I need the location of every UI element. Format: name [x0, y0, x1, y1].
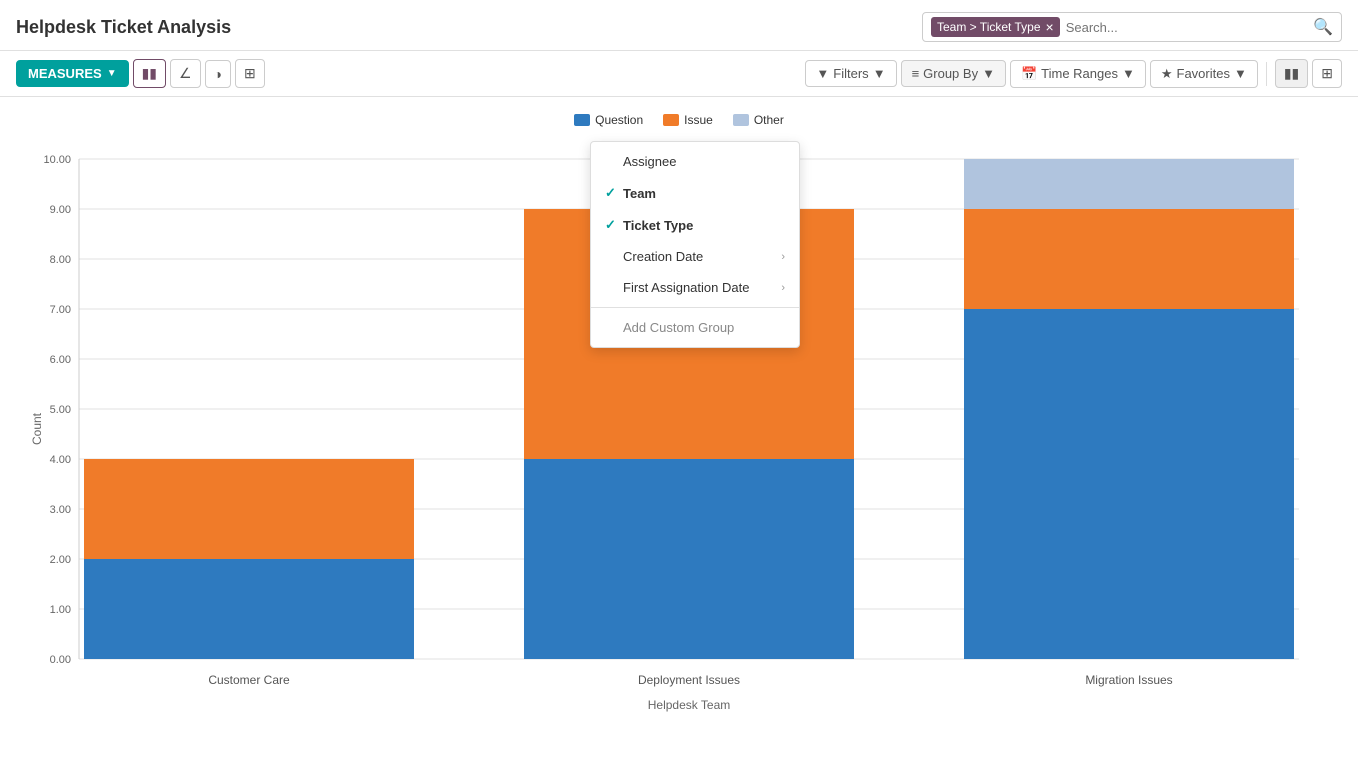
menu-label-tickettype: Ticket Type [623, 218, 693, 233]
x-label-deployment: Deployment Issues [638, 673, 740, 687]
groupby-dropdown: Assignee ✓ Team ✓ Ticket Type Creation D… [590, 141, 800, 348]
svg-text:5.00: 5.00 [50, 404, 71, 416]
svg-text:8.00: 8.00 [50, 254, 71, 266]
menu-item-creationdate[interactable]: Creation Date › [591, 241, 799, 272]
timeranges-caret: ▼ [1122, 66, 1135, 81]
filters-button[interactable]: ▼ Filters ▼ [805, 60, 896, 87]
chart-legend: Question Issue Other [16, 113, 1342, 127]
groupby-caret: ▼ [982, 66, 995, 81]
header: Helpdesk Ticket Analysis Team > Ticket T… [0, 0, 1358, 51]
svg-text:6.00: 6.00 [50, 354, 71, 366]
svg-text:2.00: 2.00 [50, 554, 71, 566]
x-label-migration: Migration Issues [1085, 673, 1172, 687]
bar-migration-other [964, 159, 1294, 209]
bar-customcare-question [84, 559, 414, 659]
bar-customcare-issue [84, 459, 414, 559]
bar-view-btn[interactable]: ▮▮ [1275, 59, 1308, 88]
chart-area: Question Issue Other Count 10.00 9.00 8.… [0, 97, 1358, 762]
search-input[interactable] [1066, 20, 1313, 35]
menu-label-creationdate: Creation Date [623, 249, 703, 264]
bar-chart-icon-btn[interactable]: ▮▮ [133, 59, 166, 88]
measures-button[interactable]: MEASURES ▼ [16, 60, 129, 87]
legend-other-label: Other [754, 113, 784, 127]
legend-other: Other [733, 113, 784, 127]
check-customgroup [605, 320, 619, 335]
menu-label-customgroup: Add Custom Group [623, 320, 734, 335]
line-chart-icon-btn[interactable]: ∠ [170, 59, 201, 88]
measures-caret: ▼ [107, 68, 117, 79]
filters-caret: ▼ [873, 66, 886, 81]
legend-other-color [733, 114, 749, 126]
pie-chart-icon-btn[interactable]: ◑ [205, 60, 231, 88]
divider [1266, 62, 1267, 86]
menu-label-team: Team [623, 186, 656, 201]
timeranges-button[interactable]: 📅 Time Ranges ▼ [1010, 60, 1146, 88]
group-tag[interactable]: Team > Ticket Type × [931, 17, 1060, 37]
legend-issue-label: Issue [684, 113, 713, 127]
bar-migration-question [964, 309, 1294, 659]
check-tickettype: ✓ [605, 217, 619, 233]
svg-text:4.00: 4.00 [50, 454, 71, 466]
toolbar-left: MEASURES ▼ ▮▮ ∠ ◑ ⊞ [16, 59, 265, 88]
remove-tag-icon[interactable]: × [1046, 19, 1054, 35]
check-firstassignation [605, 280, 619, 295]
page-title: Helpdesk Ticket Analysis [16, 17, 231, 38]
search-bar: Team > Ticket Type × 🔍 [922, 12, 1342, 42]
favorites-caret: ▼ [1234, 66, 1247, 81]
pivot-icon-btn[interactable]: ⊞ [235, 59, 265, 88]
star-icon: ★ [1161, 66, 1173, 82]
x-axis-label: Helpdesk Team [648, 698, 731, 712]
check-team: ✓ [605, 185, 619, 201]
menu-item-firstassignation[interactable]: First Assignation Date › [591, 272, 799, 303]
svg-text:3.00: 3.00 [50, 504, 71, 516]
menu-item-customgroup[interactable]: Add Custom Group [591, 312, 799, 343]
search-icon[interactable]: 🔍 [1313, 17, 1333, 37]
menu-divider [591, 307, 799, 308]
svg-text:0.00: 0.00 [50, 654, 71, 666]
arrow-creationdate: › [781, 251, 785, 263]
menu-item-tickettype[interactable]: ✓ Ticket Type [591, 209, 799, 241]
calendar-icon: 📅 [1021, 66, 1037, 82]
group-tag-label: Team > Ticket Type [937, 20, 1041, 34]
toolbar-right: ▼ Filters ▼ ≡ Group By ▼ 📅 Time Ranges ▼… [805, 59, 1342, 88]
menu-label-assignee: Assignee [623, 154, 676, 169]
check-creationdate [605, 249, 619, 264]
menu-item-team[interactable]: ✓ Team [591, 177, 799, 209]
x-label-customcare: Customer Care [208, 673, 290, 687]
bar-migration-issue [964, 209, 1294, 309]
svg-text:1.00: 1.00 [50, 604, 71, 616]
legend-issue: Issue [663, 113, 713, 127]
favorites-button[interactable]: ★ Favorites ▼ [1150, 60, 1258, 88]
svg-text:9.00: 9.00 [50, 204, 71, 216]
legend-question-color [574, 114, 590, 126]
groupby-icon: ≡ [912, 66, 920, 81]
legend-issue-color [663, 114, 679, 126]
svg-text:7.00: 7.00 [50, 304, 71, 316]
legend-question: Question [574, 113, 643, 127]
grid-view-btn[interactable]: ⊞ [1312, 59, 1342, 88]
menu-label-firstassignation: First Assignation Date [623, 280, 749, 295]
svg-text:10.00: 10.00 [43, 154, 71, 166]
y-axis-label: Count [30, 412, 44, 445]
menu-item-assignee[interactable]: Assignee [591, 146, 799, 177]
bar-deployment-question [524, 459, 854, 659]
arrow-firstassignation: › [781, 282, 785, 294]
filter-icon: ▼ [816, 66, 829, 81]
legend-question-label: Question [595, 113, 643, 127]
toolbar: MEASURES ▼ ▮▮ ∠ ◑ ⊞ ▼ Filters ▼ ≡ Group … [0, 51, 1358, 97]
groupby-button[interactable]: ≡ Group By ▼ [901, 60, 1006, 87]
check-assignee [605, 154, 619, 169]
